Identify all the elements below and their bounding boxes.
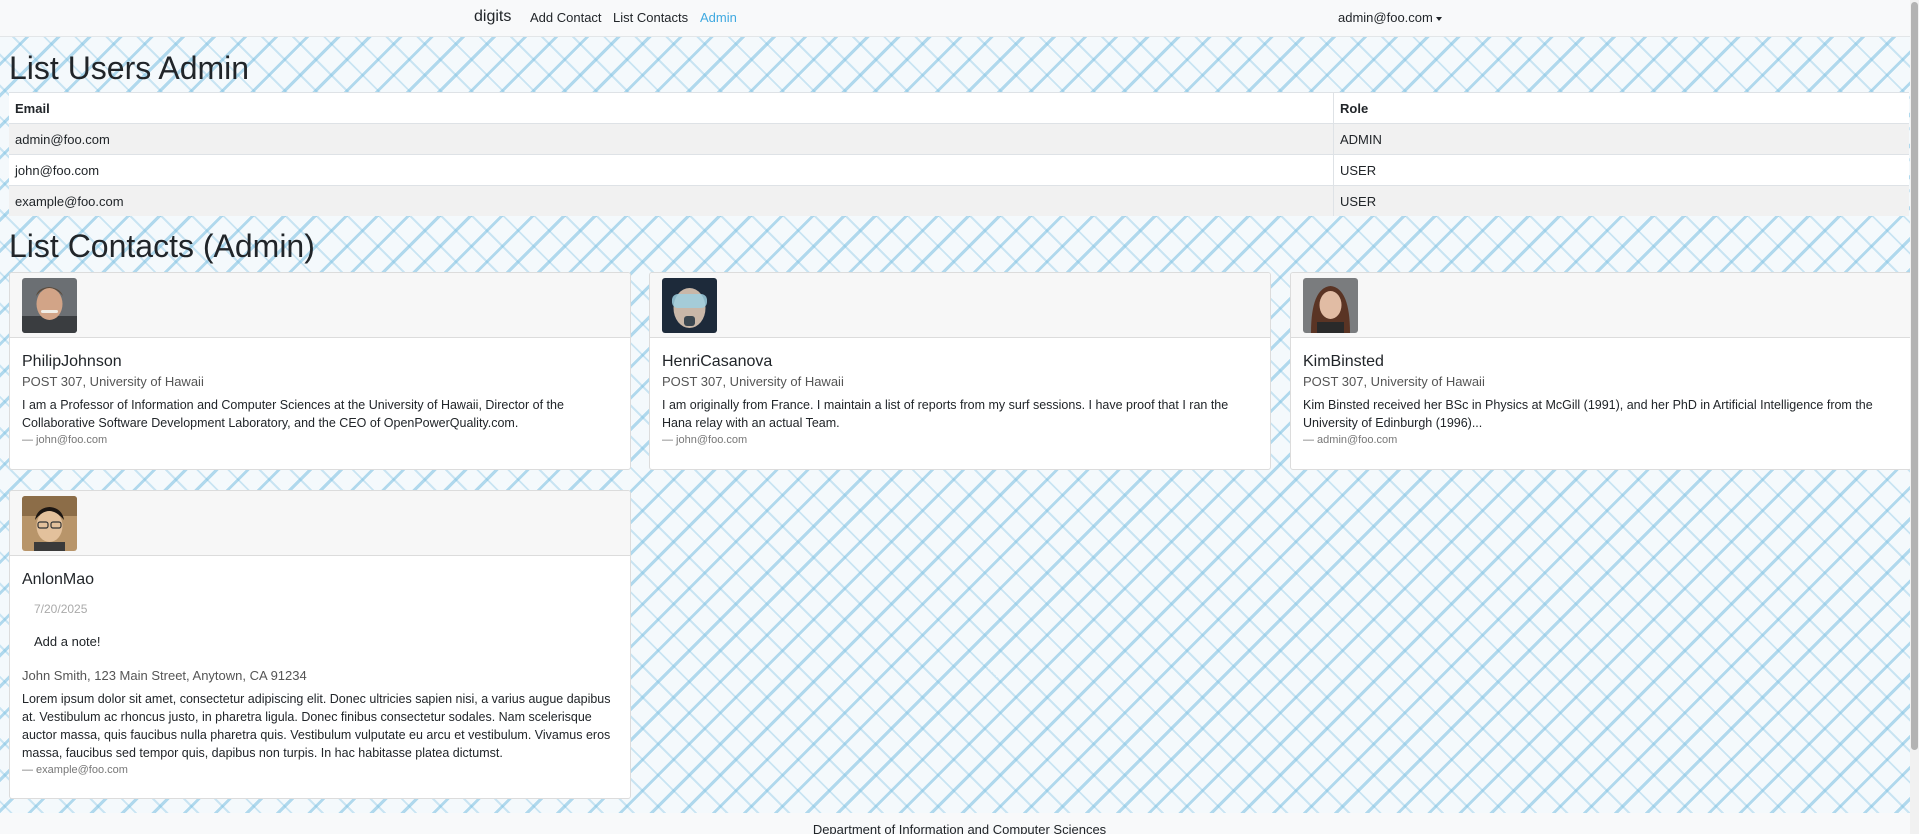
contact-name: PhilipJohnson — [22, 353, 122, 370]
table-header-row: Email Role — [9, 92, 1909, 124]
users-table: Email Role admin@foo.com ADMIN john@foo.… — [9, 92, 1909, 216]
table-row: example@foo.com USER — [9, 185, 1909, 216]
contact-card-henri-casanova: HenriCasanova POST 307, University of Ha… — [649, 272, 1271, 470]
card-header — [10, 491, 630, 556]
column-header-role: Role — [1333, 92, 1909, 124]
contact-owner: — john@foo.com — [22, 434, 108, 446]
contact-owner: — example@foo.com — [22, 764, 128, 776]
add-note-link[interactable]: Add a note! — [34, 634, 618, 649]
user-email-cell: example@foo.com — [9, 185, 1334, 216]
page-footer: Department of Information and Computer S… — [0, 813, 1919, 834]
table-row: admin@foo.com ADMIN — [9, 123, 1909, 155]
contact-avatar — [1303, 278, 1358, 333]
contact-avatar — [662, 278, 717, 333]
card-header — [650, 273, 1270, 338]
contacts-section-title: List Contacts (Admin) — [9, 228, 315, 264]
footer-text: Department of Information and Computer S… — [812, 822, 1107, 834]
card-body: AnlonMao 7/20/2025 Add a note! John Smit… — [10, 556, 630, 777]
contact-description: I am originally from France. I maintain … — [662, 398, 1229, 430]
card-header — [1291, 273, 1911, 338]
caret-down-icon — [1435, 16, 1442, 21]
column-header-email: Email — [9, 92, 1334, 124]
contact-name: HenriCasanova — [662, 353, 773, 370]
contact-card-anlon-mao: AnlonMao 7/20/2025 Add a note! John Smit… — [9, 490, 631, 799]
contact-description: Lorem ipsum dolor sit amet, consectetur … — [22, 692, 611, 760]
table-row: john@foo.com USER — [9, 154, 1909, 186]
user-role-cell: USER — [1333, 154, 1909, 186]
nav-add-contact[interactable]: Add Contact — [530, 10, 602, 25]
user-role-cell: USER — [1333, 185, 1909, 216]
contact-description: I am a Professor of Information and Comp… — [22, 398, 564, 430]
contact-address: John Smith, 123 Main Street, Anytown, CA… — [22, 668, 307, 683]
contact-address: POST 307, University of Hawaii — [22, 374, 204, 389]
contact-avatar — [22, 278, 77, 333]
contact-name: AnlonMao — [22, 571, 95, 588]
scrollbar-thumb[interactable] — [1911, 2, 1918, 750]
card-body: HenriCasanova POST 307, University of Ha… — [650, 338, 1270, 447]
user-role-cell: ADMIN — [1333, 123, 1909, 155]
user-email: admin@foo.com — [1338, 10, 1433, 25]
users-section-title: List Users Admin — [9, 50, 250, 86]
note-date: 7/20/2025 — [34, 602, 88, 616]
contact-description: Kim Binsted received her BSc in Physics … — [1303, 398, 1873, 430]
top-navbar: digits Add Contact List Contacts Admin a… — [0, 0, 1919, 37]
user-email-cell: admin@foo.com — [9, 123, 1334, 155]
contact-owner: — john@foo.com — [662, 434, 748, 446]
user-dropdown[interactable]: admin@foo.com — [1338, 10, 1442, 25]
user-email-cell: john@foo.com — [9, 154, 1334, 186]
contact-card-kim-binsted: KimBinsted POST 307, University of Hawai… — [1290, 272, 1912, 470]
contact-avatar — [22, 496, 77, 551]
contact-address: POST 307, University of Hawaii — [662, 374, 844, 389]
nav-admin[interactable]: Admin — [700, 10, 737, 25]
card-header — [10, 273, 630, 338]
contact-name: KimBinsted — [1303, 353, 1384, 370]
contact-address: POST 307, University of Hawaii — [1303, 374, 1485, 389]
contact-owner: — admin@foo.com — [1303, 434, 1398, 446]
brand-link[interactable]: digits — [474, 8, 511, 26]
nav-list-contacts[interactable]: List Contacts — [613, 10, 688, 25]
vertical-scrollbar[interactable] — [1910, 0, 1919, 834]
card-body: KimBinsted POST 307, University of Hawai… — [1291, 338, 1911, 447]
card-body: PhilipJohnson POST 307, University of Ha… — [10, 338, 630, 447]
contact-card-philip-johnson: PhilipJohnson POST 307, University of Ha… — [9, 272, 631, 470]
